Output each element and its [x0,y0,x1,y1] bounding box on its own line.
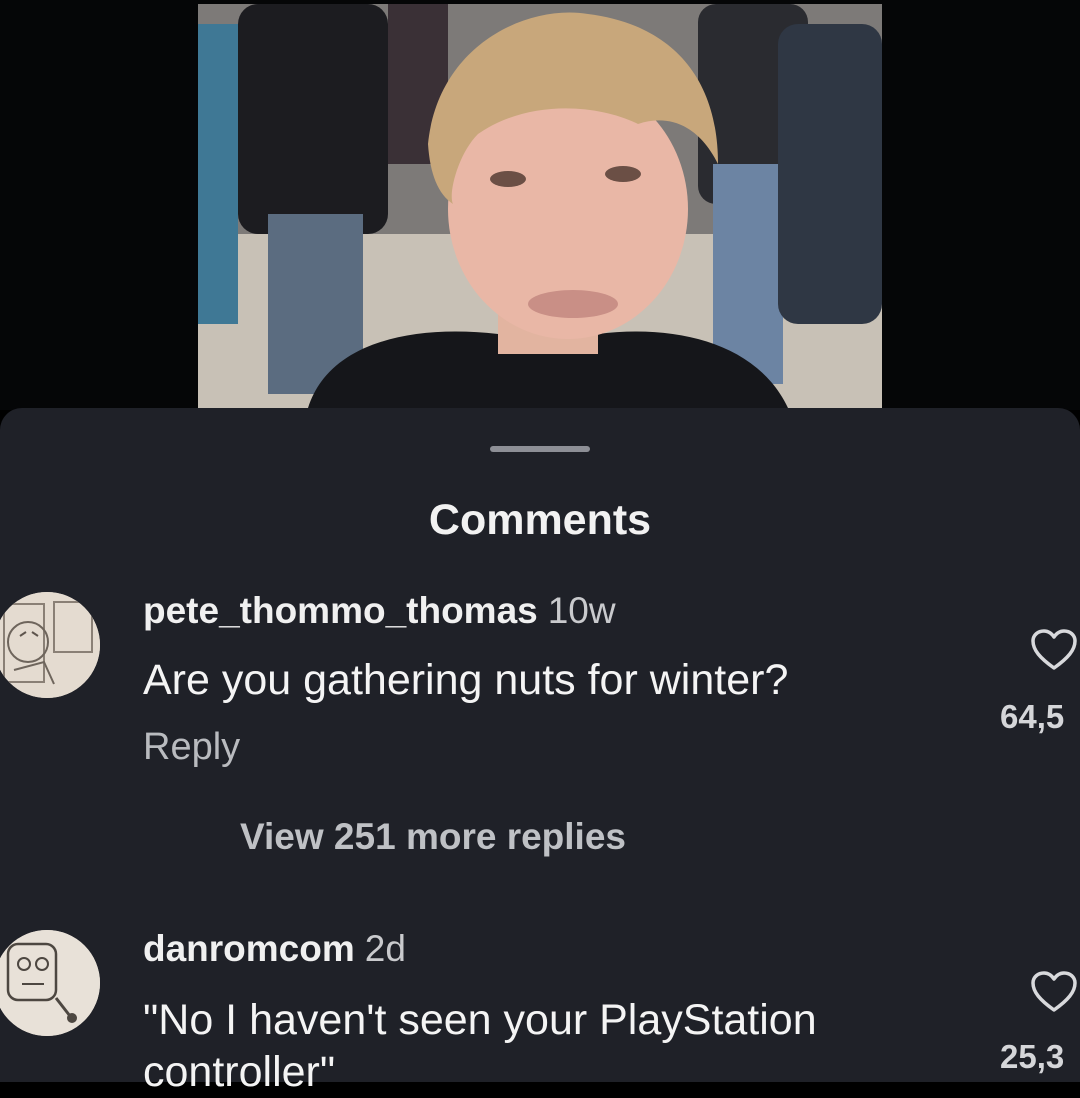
reply-button[interactable]: Reply [143,726,240,769]
sketch-avatar-image [0,930,100,1036]
sketch-avatar-image [0,592,100,698]
comment-item: pete_thommo_thomas 10w Are you gathering … [0,588,1080,888]
sheet-title: Comments [428,496,652,544]
sheet-grabber-handle[interactable] [490,446,590,452]
comment-item: danromcom 2d "No I haven't seen your Play… [0,926,1080,1096]
heart-icon[interactable] [1030,970,1078,1014]
video-preview[interactable] [198,4,882,408]
comment-text: "No I haven't seen your PlayStation cont… [143,996,817,1096]
comment-timestamp: 2d [364,928,406,969]
comment-text: Are you gathering nuts for winter? [143,656,789,704]
like-count: 25,3 [1000,1038,1065,1075]
comment-username[interactable]: pete_thommo_thomas 10w [143,590,616,632]
avatar[interactable] [0,930,100,1036]
comment-timestamp: 10w [547,590,616,631]
video-frame-image [198,4,882,408]
username-text[interactable]: pete_thommo_thomas [143,590,538,631]
avatar[interactable] [0,592,100,698]
comment-username[interactable]: danromcom 2d [143,928,406,970]
view-more-replies-link[interactable]: View 251 more replies [240,816,626,858]
like-count: 64,5 [1000,698,1065,735]
heart-icon[interactable] [1030,628,1078,672]
username-text[interactable]: danromcom [143,928,355,969]
comments-sheet: Comments pete_thommo_thomas 10w Are you g… [0,408,1080,1096]
video-area [0,0,1080,410]
